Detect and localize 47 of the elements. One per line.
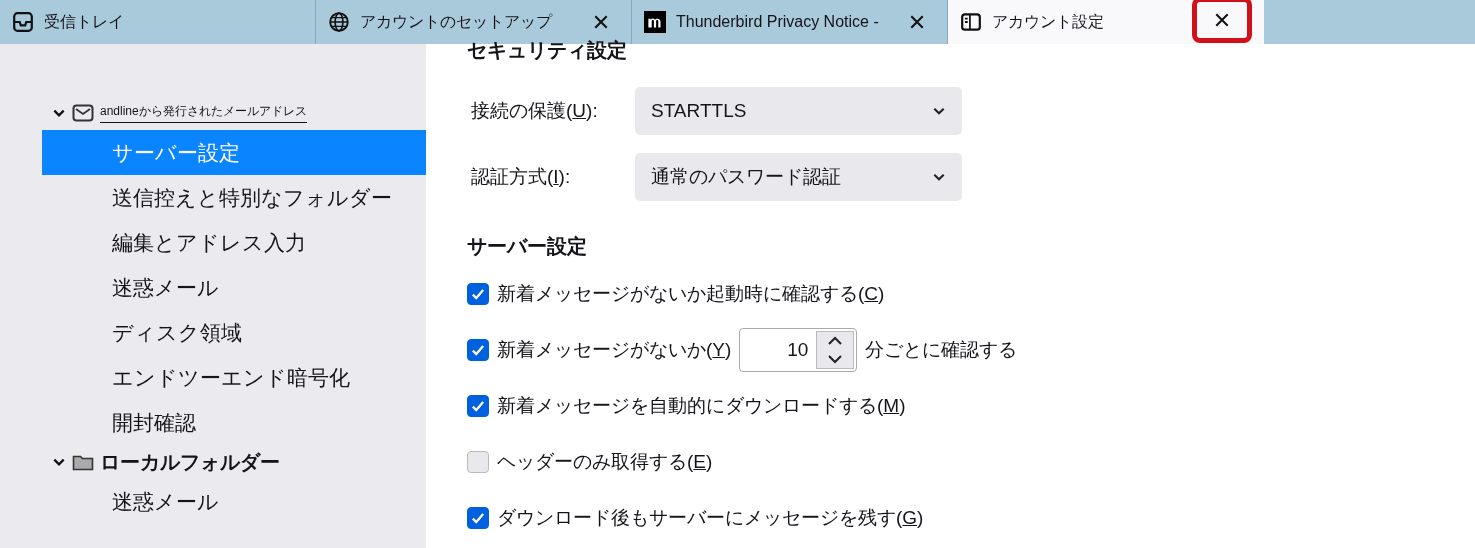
- checkbox-label: 新着メッセージを自動的にダウンロードする(M): [497, 394, 906, 418]
- dropdown[interactable]: 通常のパスワード認証: [635, 153, 962, 201]
- close-icon: [909, 14, 925, 30]
- close-button[interactable]: [1192, 0, 1252, 43]
- checkbox[interactable]: [467, 283, 489, 305]
- globe-icon: [328, 11, 350, 33]
- check-icon: [470, 510, 486, 526]
- dropdown[interactable]: STARTTLS: [635, 87, 962, 135]
- checkbox-label: ダウンロード後もサーバーにメッセージを残す(G): [497, 506, 924, 530]
- m-logo-icon: [644, 11, 666, 33]
- sidebar-item[interactable]: 迷惑メール: [42, 265, 426, 310]
- section-heading: サーバー設定: [467, 236, 588, 259]
- panel-icon: [960, 11, 982, 33]
- checkbox-label: 新着メッセージがないか起動時に確認する(C): [497, 282, 885, 306]
- checkbox[interactable]: [467, 451, 489, 473]
- tab-label: アカウント設定: [992, 11, 1105, 32]
- account-name[interactable]: andlineから発行されたメールアドレス: [100, 103, 307, 123]
- close-icon: [593, 14, 609, 30]
- checkbox-label: ヘッダーのみ取得する(E): [497, 450, 713, 474]
- checkbox[interactable]: [467, 507, 489, 529]
- tab-label: Thunderbird Privacy Notice -: [676, 13, 880, 31]
- check-icon: [470, 286, 486, 302]
- tab[interactable]: Thunderbird Privacy Notice -: [632, 0, 948, 44]
- sidebar-item[interactable]: 送信控えと特別なフォルダー: [42, 175, 426, 220]
- checkbox[interactable]: [467, 339, 489, 361]
- sidebar-item[interactable]: サーバー設定: [42, 130, 426, 175]
- tab-label: アカウントのセットアップ: [360, 11, 554, 32]
- sidebar-item[interactable]: 迷惑メール: [42, 479, 426, 524]
- number-field[interactable]: 10: [739, 328, 858, 372]
- check-icon: [470, 398, 486, 414]
- tab[interactable]: アカウント設定: [948, 0, 1264, 44]
- sidebar-item[interactable]: ディスク領域: [42, 310, 426, 355]
- check-icon: [470, 342, 486, 358]
- sidebar-item[interactable]: エンドツーエンド暗号化: [42, 355, 426, 400]
- tab-label: 受信トレイ: [44, 11, 125, 32]
- mail-icon: [72, 104, 94, 122]
- checkbox[interactable]: [467, 395, 489, 417]
- interval-suffix: 分ごとに確認する: [865, 338, 1018, 362]
- close-icon: [1214, 12, 1230, 28]
- field-label: 接続の保護(U):: [470, 99, 599, 123]
- sidebar-item[interactable]: 編集とアドレス入力: [42, 220, 426, 265]
- sidebar-item[interactable]: 開封確認: [42, 400, 426, 445]
- folder-icon: [72, 453, 94, 471]
- checkbox-label: 新着メッセージがないか(Y): [497, 338, 732, 362]
- field-label: 認証方式(I):: [470, 165, 572, 189]
- account-name[interactable]: ローカルフォルダー: [100, 448, 280, 476]
- inbox-icon: [12, 11, 34, 33]
